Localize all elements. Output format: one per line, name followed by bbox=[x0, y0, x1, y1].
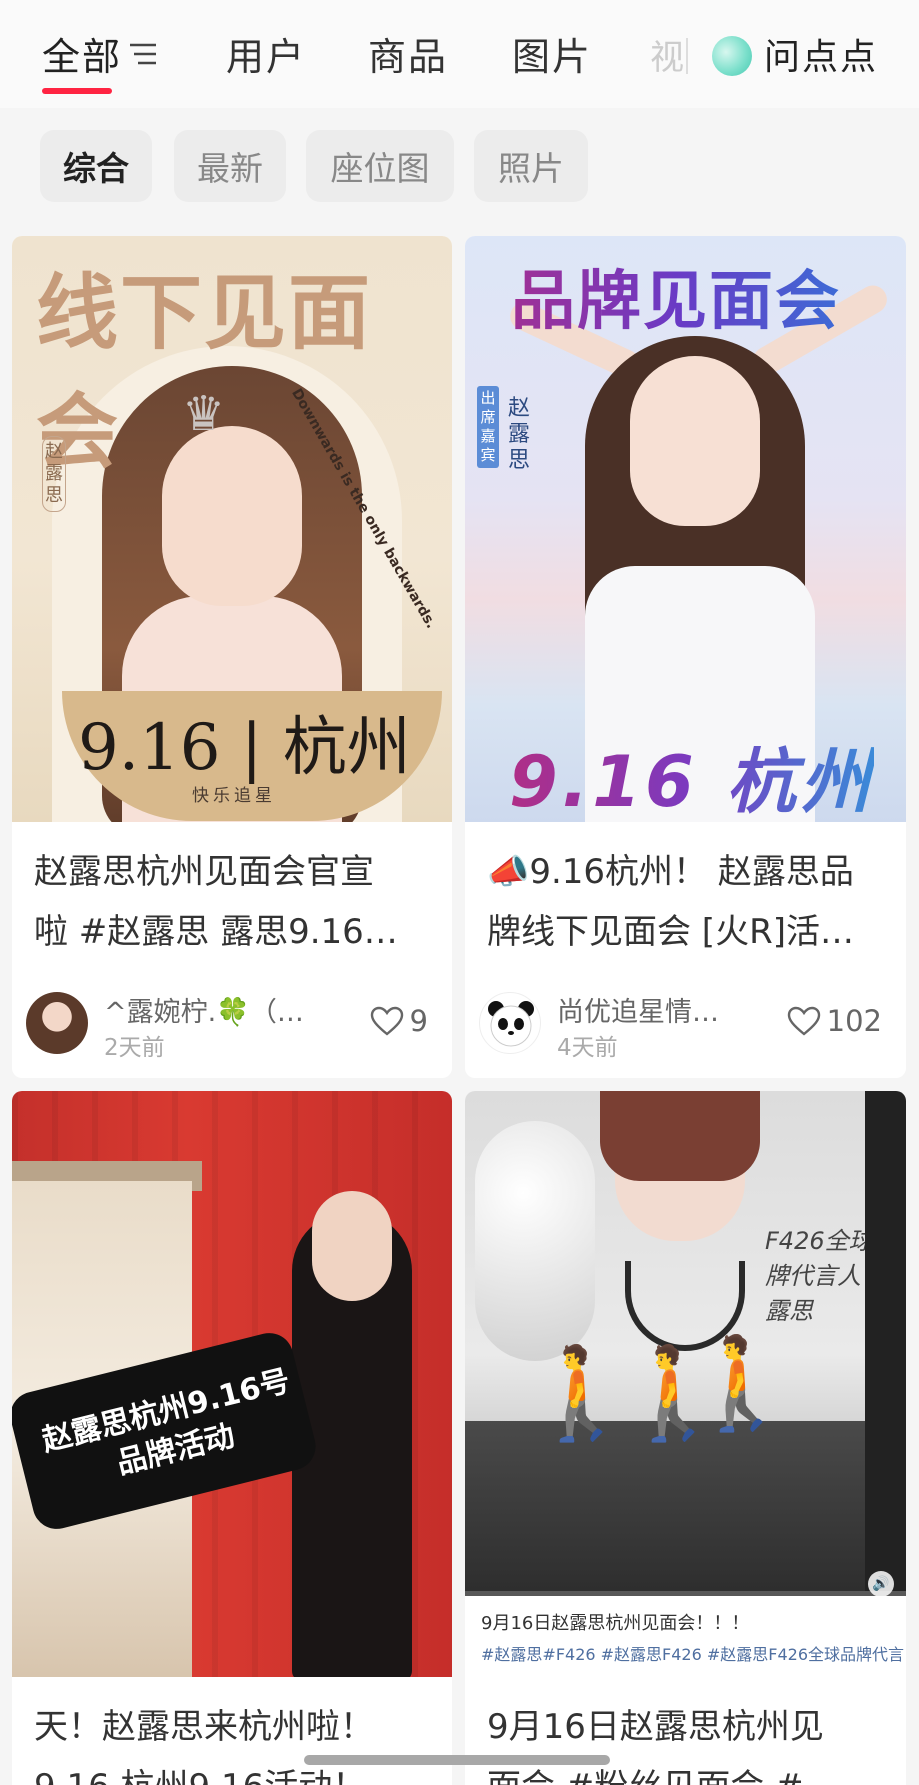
note-title-line2[interactable]: 牌线下见面会 [火R]活… bbox=[487, 902, 888, 962]
avatar[interactable] bbox=[26, 992, 88, 1054]
people-icon: 🚶🚶 bbox=[525, 1341, 729, 1446]
poster-face bbox=[312, 1191, 392, 1301]
heart-icon bbox=[370, 1006, 403, 1036]
heart-icon bbox=[787, 1006, 820, 1036]
note-title-line1[interactable]: 赵露思杭州见面会官宣 bbox=[34, 842, 434, 902]
note-meta: 尚优追星情… 4天前 102 bbox=[465, 992, 906, 1062]
chip-latest[interactable]: 最新 bbox=[174, 130, 286, 202]
tab-divider bbox=[686, 38, 688, 74]
note-cover-image[interactable]: ♛ 线下见面会 赵露思 Downwards is the only backwa… bbox=[12, 236, 452, 822]
note-card[interactable]: 品牌见面会 出席嘉宾 赵露思 9.16 杭州 📣9.16杭州！ 赵露思品 牌线下… bbox=[465, 236, 906, 1078]
post-time: 2天前 bbox=[104, 1035, 165, 1061]
poster-vertical-name: 赵露思 bbox=[507, 396, 530, 473]
note-card[interactable]: F426全球品牌代言人 赵露思 🚶🚶 🚶 🔊 9月16日赵露思杭州见面会！！！ … bbox=[465, 1091, 906, 1785]
tab-faded[interactable]: 视 bbox=[650, 30, 684, 79]
note-title-line1[interactable]: 📣9.16杭州！ 赵露思品 bbox=[487, 842, 888, 902]
wendiandian-button[interactable]: 问点点 bbox=[764, 28, 878, 80]
filter-icon[interactable] bbox=[128, 40, 158, 68]
note-title-line1[interactable]: 9月16日赵露思杭州见 bbox=[487, 1697, 888, 1757]
like-count: 9 bbox=[409, 1004, 428, 1038]
cover-hashtags: #赵露思#F426 #赵露思F426 #赵露思F426全球品牌代言 bbox=[481, 1645, 905, 1664]
home-indicator[interactable] bbox=[304, 1755, 610, 1765]
like-button[interactable]: 9 bbox=[370, 1004, 428, 1038]
chip-comprehensive[interactable]: 综合 bbox=[40, 130, 152, 202]
note-cover-image[interactable]: 品牌见面会 出席嘉宾 赵露思 9.16 杭州 bbox=[465, 236, 906, 822]
tab-users[interactable]: 用户 bbox=[226, 26, 306, 81]
note-cover-image[interactable]: 赵露思杭州9.16号 品牌活动 bbox=[12, 1091, 452, 1677]
post-time: 4天前 bbox=[557, 1035, 618, 1061]
poster-date: 9.16 | 杭州 bbox=[78, 711, 411, 785]
tab-all[interactable]: 全部 bbox=[42, 26, 122, 81]
tab-products[interactable]: 商品 bbox=[368, 26, 448, 81]
author-name[interactable]: 尚优追星情… bbox=[557, 990, 719, 1029]
active-tab-indicator bbox=[42, 88, 112, 94]
poster-date: 9.16 杭州 bbox=[509, 726, 874, 822]
poster-face bbox=[630, 356, 760, 526]
note-meta: ^露婉柠.🍀（… 2天前 9 bbox=[12, 992, 452, 1062]
poster-hair bbox=[600, 1091, 760, 1181]
note-card[interactable]: 赵露思杭州9.16号 品牌活动 天！赵露思来杭州啦！ 9.16 杭州9.16活动… bbox=[12, 1091, 452, 1785]
like-button[interactable]: 102 bbox=[787, 1004, 882, 1038]
sound-icon[interactable]: 🔊 bbox=[868, 1571, 894, 1597]
poster-guest-tag: 出席嘉宾 bbox=[477, 386, 499, 468]
note-title-line2[interactable]: 啦 #赵露思 露思9.16… bbox=[34, 902, 434, 962]
wendiandian-logo-icon[interactable] bbox=[712, 36, 752, 76]
sort-chips: 综合 最新 座位图 照片 bbox=[0, 130, 919, 204]
note-cover-image[interactable]: F426全球品牌代言人 赵露思 🚶🚶 🚶 🔊 9月16日赵露思杭州见面会！！！ … bbox=[465, 1091, 906, 1677]
chip-seat-map[interactable]: 座位图 bbox=[306, 130, 454, 202]
note-title-line1[interactable]: 天！赵露思来杭州啦！ bbox=[34, 1697, 434, 1757]
author-name[interactable]: ^露婉柠.🍀（… bbox=[104, 990, 304, 1029]
poster-title: 品牌见面会 bbox=[511, 250, 841, 342]
tab-images[interactable]: 图片 bbox=[512, 26, 592, 81]
football-icon bbox=[475, 1121, 595, 1361]
poster-title: 线下见面会 bbox=[36, 265, 373, 480]
people-icon: 🚶 bbox=[685, 1331, 798, 1436]
search-tab-bar: 全部 用户 商品 图片 视 问点点 bbox=[0, 0, 919, 108]
poster-ground bbox=[465, 1421, 906, 1591]
chip-photos[interactable]: 照片 bbox=[474, 130, 588, 202]
panda-avatar-icon[interactable] bbox=[479, 992, 541, 1054]
poster-vertical-name: 赵露思 bbox=[42, 436, 66, 512]
poster-subtitle: 快乐追星 bbox=[192, 786, 276, 806]
cover-caption: 9月16日赵露思杭州见面会！！！ bbox=[481, 1613, 750, 1634]
poster-tower bbox=[865, 1091, 906, 1591]
like-count: 102 bbox=[826, 1004, 882, 1038]
note-card[interactable]: ♛ 线下见面会 赵露思 Downwards is the only backwa… bbox=[12, 236, 452, 1078]
